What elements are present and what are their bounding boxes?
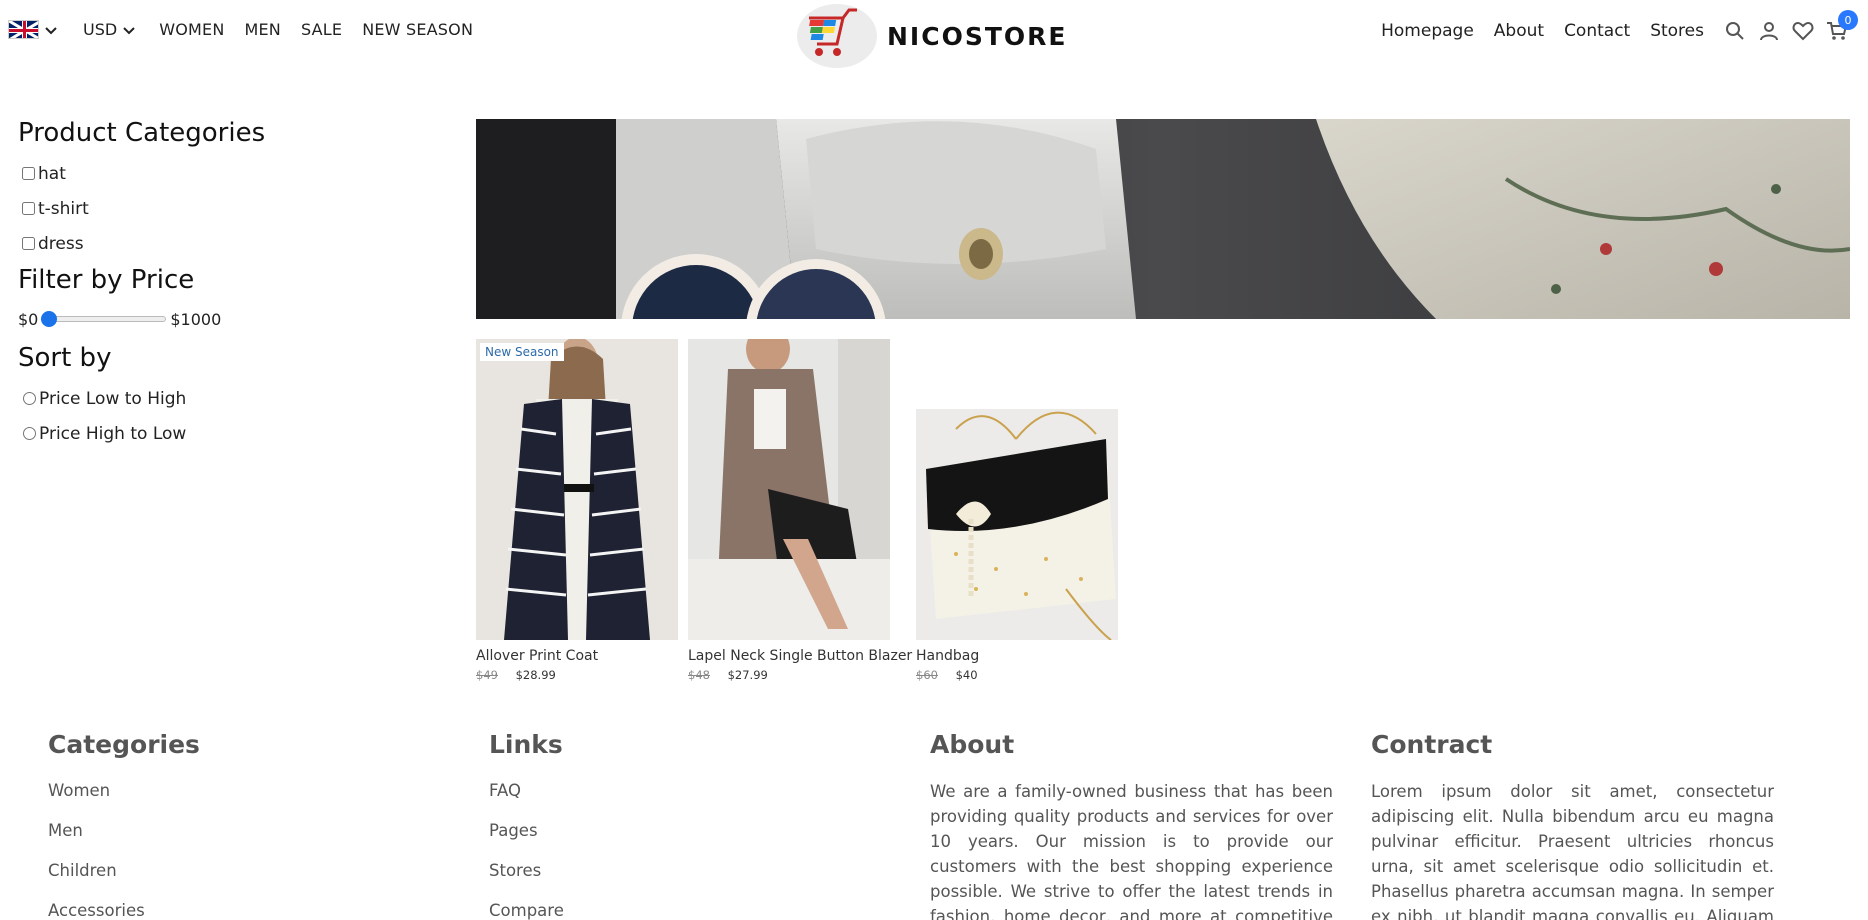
footer-about-text: We are a family-owned business that has …	[930, 782, 1333, 920]
user-icon[interactable]	[1758, 20, 1780, 42]
category-option-hat[interactable]: hat	[18, 156, 438, 191]
nav-link-contact[interactable]: Contact	[1564, 21, 1630, 41]
price-filter: $0 $1000	[18, 303, 438, 335]
new-season-badge: New Season	[480, 343, 564, 361]
nav-link-about[interactable]: About	[1494, 21, 1544, 41]
category-option-dress[interactable]: dress	[18, 226, 438, 261]
nav-left: USD WOMEN MEN SALE NEW SEASON	[8, 20, 473, 39]
uk-flag-icon[interactable]	[8, 20, 39, 39]
sort-radio[interactable]	[23, 427, 36, 440]
category-checkbox[interactable]	[22, 202, 35, 215]
menu-link-women[interactable]: WOMEN	[159, 20, 224, 39]
categories-heading: Product Categories	[18, 118, 266, 148]
category-checkbox[interactable]	[22, 167, 35, 180]
menu-link-new-season[interactable]: NEW SEASON	[362, 20, 473, 39]
footer-categories-heading: Categories	[48, 730, 200, 759]
category-checkbox[interactable]	[22, 237, 35, 250]
brand-logo[interactable]: NICOSTORE	[797, 4, 1067, 68]
footer-about-heading: About	[930, 730, 1015, 759]
price-slider-handle[interactable]	[41, 311, 58, 327]
footer-about: About We are a family-owned business tha…	[930, 730, 1333, 920]
category-label: hat	[38, 163, 66, 184]
footer-contract: Contract Lorem ipsum dolor sit amet, con…	[1371, 730, 1774, 920]
footer-links-heading: Links	[489, 730, 563, 759]
footer-link-pages[interactable]: Pages	[489, 819, 892, 859]
sort-label: Price High to Low	[39, 423, 187, 444]
footer-categories: Categories Women Men Children Accessorie…	[48, 730, 451, 920]
product-name[interactable]: Lapel Neck Single Button Blazer	[688, 648, 912, 664]
top-navbar: USD WOMEN MEN SALE NEW SEASON NICOSTORE …	[0, 0, 1868, 68]
footer-link-compare[interactable]: Compare	[489, 899, 892, 920]
nav-link-stores[interactable]: Stores	[1650, 21, 1704, 41]
sort-radio[interactable]	[23, 392, 36, 405]
chevron-down-icon[interactable]	[43, 22, 59, 38]
footer-link-stores[interactable]: Stores	[489, 859, 892, 899]
category-option-tshirt[interactable]: t-shirt	[18, 191, 438, 226]
price-slider[interactable]	[41, 311, 167, 327]
brand-name: NICOSTORE	[887, 21, 1068, 51]
currency-label: USD	[83, 20, 118, 39]
sort-label: Price Low to High	[39, 388, 187, 409]
category-label: dress	[38, 233, 84, 254]
product-image[interactable]	[916, 339, 1118, 640]
cart-button[interactable]: 0	[1826, 10, 1858, 42]
product-prices: $60 $40	[916, 668, 1118, 682]
nav-link-homepage[interactable]: Homepage	[1381, 21, 1474, 41]
cart-count-badge: 0	[1838, 10, 1858, 30]
footer-link-women[interactable]: Women	[48, 779, 451, 819]
price-min-label: $0	[18, 309, 39, 329]
currency-selector[interactable]: USD	[83, 20, 137, 39]
search-icon[interactable]	[1724, 20, 1746, 42]
footer-contract-heading: Contract	[1371, 730, 1493, 759]
shopping-cart-logo-icon	[797, 4, 877, 68]
product-price: $27.99	[727, 668, 768, 682]
product-name[interactable]: Handbag	[916, 648, 1118, 664]
product-old-price: $48	[688, 668, 710, 682]
product-name[interactable]: Allover Print Coat	[476, 648, 678, 664]
product-image[interactable]: New Season	[476, 339, 678, 640]
heart-icon[interactable]	[1792, 20, 1814, 42]
category-label: t-shirt	[38, 198, 89, 219]
footer-link-faq[interactable]: FAQ	[489, 779, 892, 819]
sort-heading: Sort by	[18, 343, 112, 373]
footer-link-men[interactable]: Men	[48, 819, 451, 859]
chevron-down-icon	[123, 26, 135, 34]
footer-link-accessories[interactable]: Accessories	[48, 899, 451, 920]
sort-option-high-low[interactable]: Price High to Low	[18, 416, 438, 451]
menu-link-sale[interactable]: SALE	[301, 20, 342, 39]
filter-sidebar: Product Categories hat t-shirt dress Fil…	[18, 118, 438, 451]
product-grid: New Season Allover Print Coat $49 $28.99…	[476, 339, 1850, 689]
product-prices: $48 $27.99	[688, 668, 890, 682]
footer-link-children[interactable]: Children	[48, 859, 451, 899]
product-old-price: $49	[476, 668, 498, 682]
product-price: $28.99	[515, 668, 556, 682]
product-price: $40	[955, 668, 978, 682]
footer: Categories Women Men Children Accessorie…	[0, 720, 1868, 920]
product-card[interactable]: Lapel Neck Single Button Blazer $48 $27.…	[688, 339, 912, 682]
nav-right: Homepage About Contact Stores 0	[1381, 10, 1868, 42]
product-old-price: $60	[916, 668, 938, 682]
footer-contract-text: Lorem ipsum dolor sit amet, consectetur …	[1371, 782, 1774, 920]
product-card[interactable]: New Season Allover Print Coat $49 $28.99	[476, 339, 678, 682]
product-image[interactable]	[688, 339, 890, 640]
menu-link-men[interactable]: MEN	[244, 20, 280, 39]
hero-banner-image	[476, 119, 1850, 319]
sort-option-low-high[interactable]: Price Low to High	[18, 381, 438, 416]
product-card[interactable]: Handbag $60 $40	[916, 339, 1118, 682]
price-max-label: $1000	[170, 309, 222, 329]
product-prices: $49 $28.99	[476, 668, 678, 682]
footer-links: Links FAQ Pages Stores Compare	[489, 730, 892, 920]
price-filter-heading: Filter by Price	[18, 265, 195, 295]
